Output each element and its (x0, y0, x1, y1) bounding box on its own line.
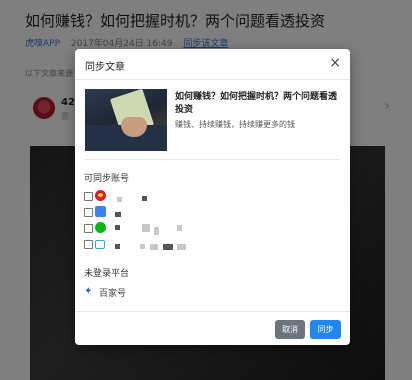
sync-accounts-label: 可同步账号 (84, 174, 130, 184)
redacted-mark (177, 244, 186, 250)
article-thumbnail (85, 89, 167, 151)
account-row-weibo (84, 190, 234, 204)
redacted-mark (115, 212, 121, 217)
toutiao-icon (95, 206, 106, 217)
modal-title: 同步文章 (85, 62, 125, 73)
close-icon[interactable]: × (329, 55, 341, 71)
weibo-icon (95, 190, 106, 201)
bilibili-icon (95, 240, 105, 249)
redacted-mark (154, 227, 159, 235)
account-checkbox[interactable] (84, 224, 93, 233)
baijiahao-label: 百家号 (99, 289, 127, 299)
account-checkbox[interactable] (84, 208, 93, 217)
account-row-toutiao (84, 206, 234, 220)
preview-description: 赚钱、持续赚钱，持续赚更多的钱 (175, 120, 295, 129)
article-preview-card: 如何赚钱？如何把握时机？两个问题看透投资 赚钱、持续赚钱，持续赚更多的钱 (85, 89, 340, 153)
preview-title: 如何赚钱？如何把握时机？两个问题看透投资 (175, 92, 338, 115)
redacted-mark (142, 196, 147, 201)
cancel-button[interactable]: 取消 (275, 320, 305, 339)
wechat-icon (95, 222, 106, 233)
unlogged-platforms-label: 未登录平台 (84, 269, 130, 279)
account-row-wechat (84, 222, 234, 236)
divider (85, 159, 340, 160)
sync-button[interactable]: 同步 (310, 320, 341, 339)
modal-header: 同步文章 × (75, 49, 350, 80)
redacted-mark (177, 225, 182, 231)
footer-divider (75, 311, 350, 312)
redacted-mark (115, 244, 120, 249)
account-checkbox[interactable] (84, 240, 93, 249)
redacted-mark (140, 244, 145, 249)
sync-article-dialog: 同步文章 × 如何赚钱？如何把握时机？两个问题看透投资 赚钱、持续赚钱，持续赚更… (75, 49, 350, 345)
redacted-mark (115, 225, 120, 230)
baidu-paw-icon: ✦ (84, 286, 93, 297)
redacted-mark (163, 244, 173, 250)
account-row-bilibili (84, 238, 234, 252)
account-checkbox[interactable] (84, 192, 93, 201)
redacted-mark (142, 224, 150, 232)
redacted-mark (150, 244, 158, 250)
redacted-mark (117, 197, 122, 202)
